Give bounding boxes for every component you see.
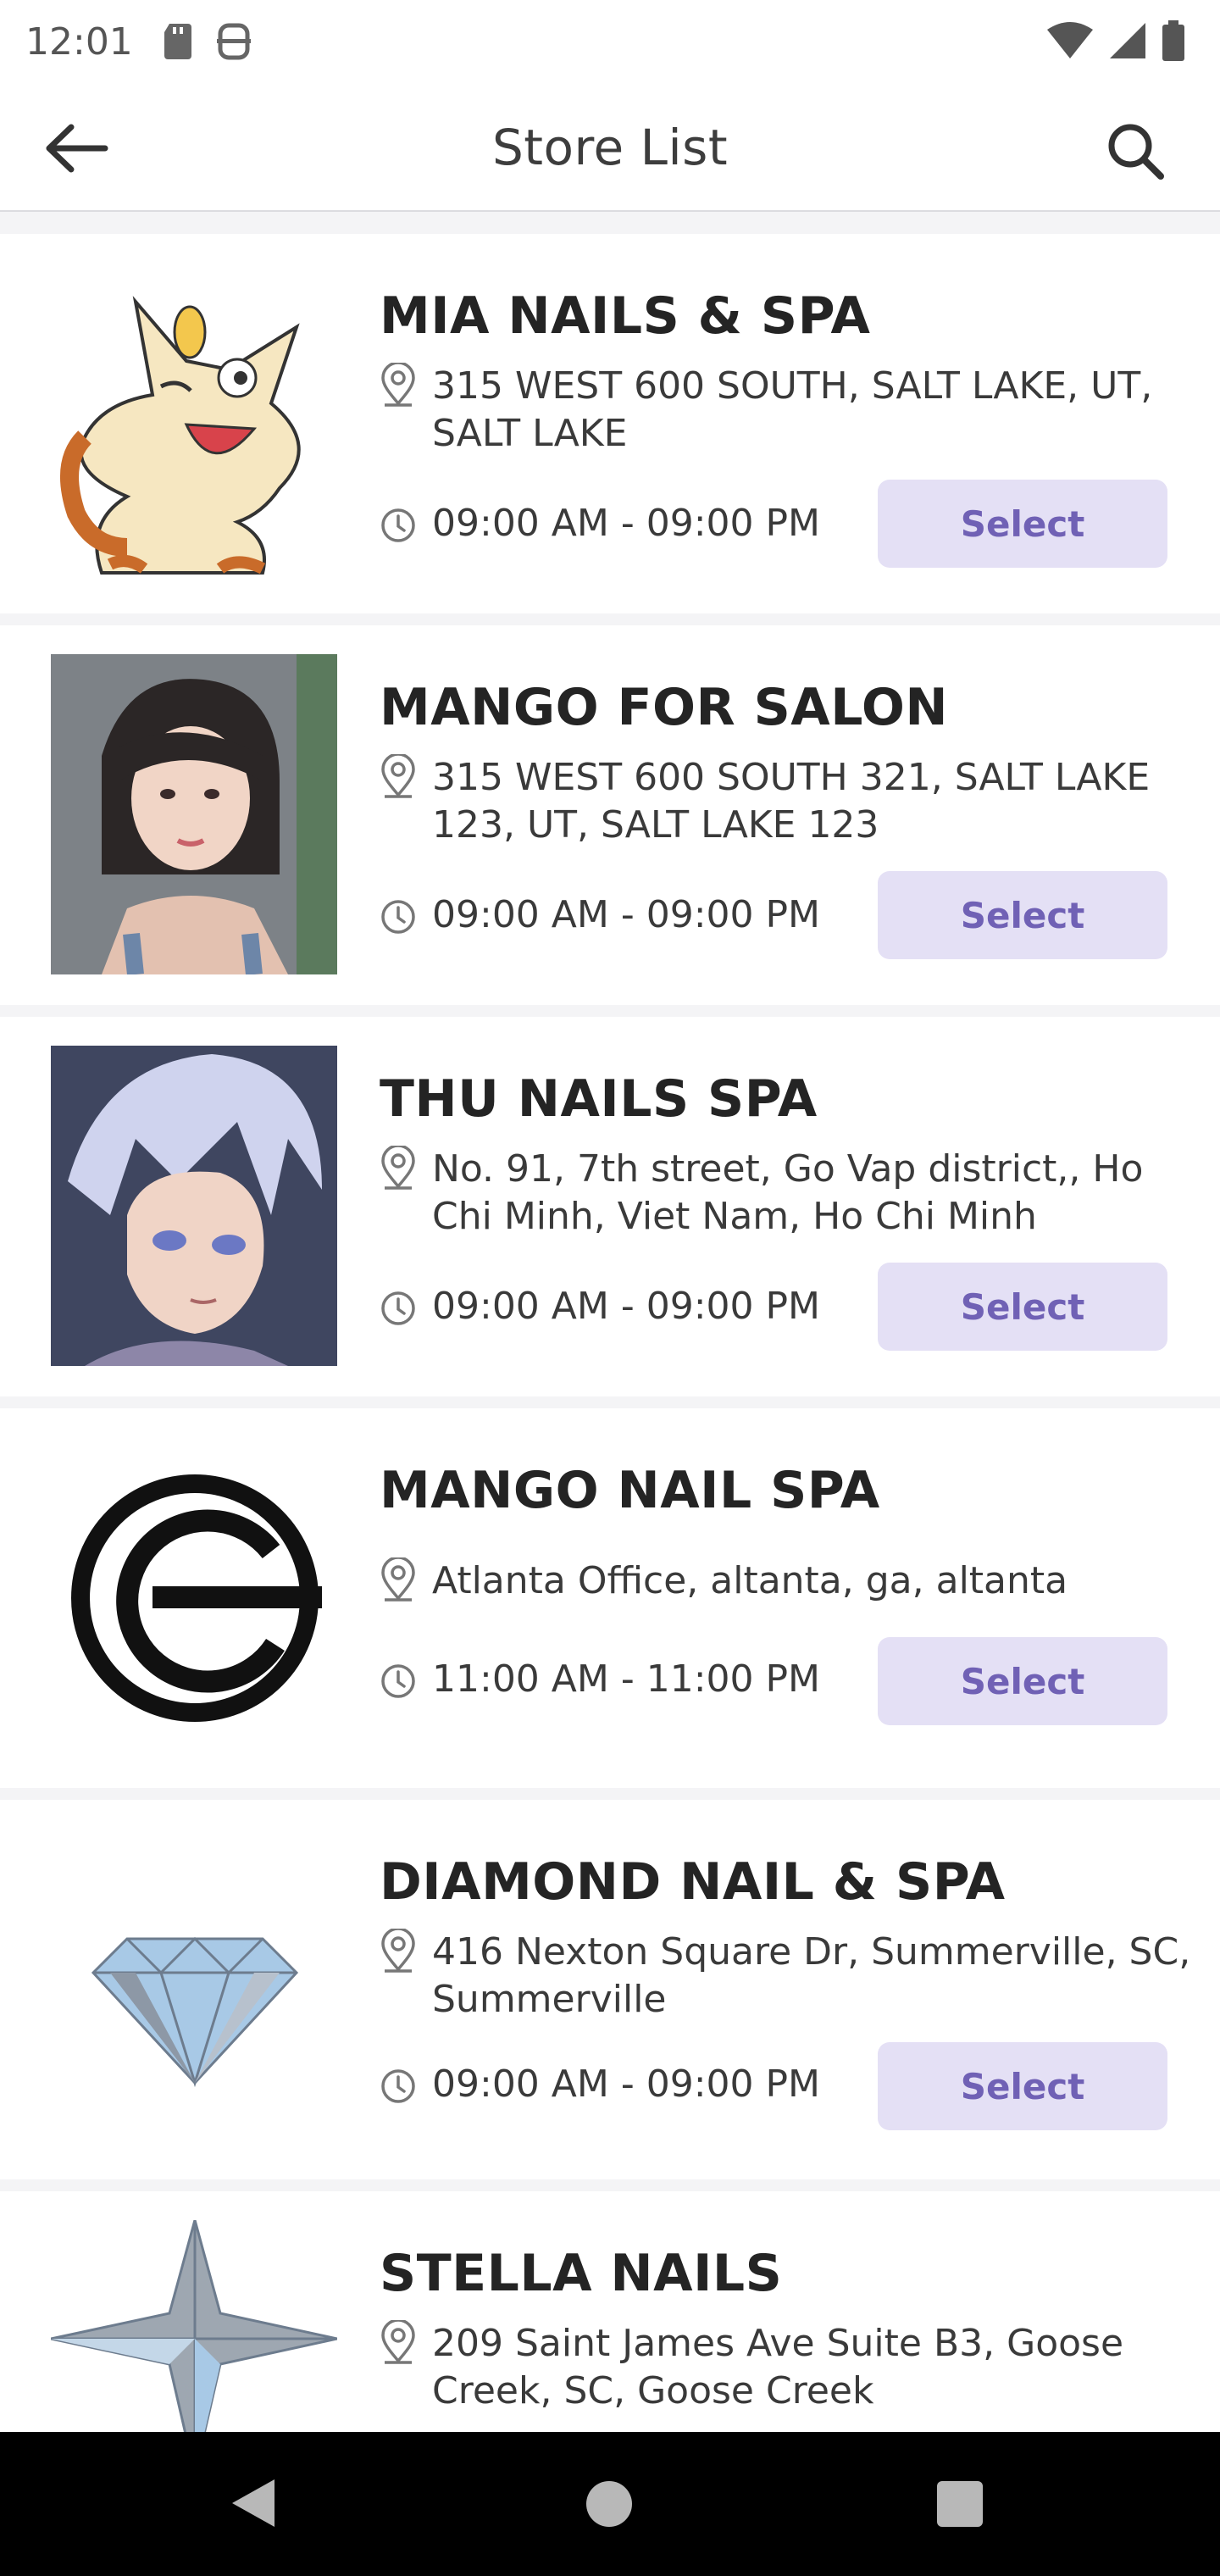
- store-address-row: 209 Saint James Ave Suite B3, Goose Cree…: [380, 2320, 1159, 2422]
- store-name: MANGO NAIL SPA: [380, 1461, 880, 1520]
- store-image-woman-portrait: [51, 654, 337, 974]
- search-button[interactable]: [1101, 117, 1169, 185]
- store-image-circle-e-logo: [51, 1437, 337, 1757]
- store-address-row: 315 WEST 600 SOUTH, SALT LAKE, UT, SALT …: [380, 363, 1159, 464]
- store-address: No. 91, 7th street, Go Vap district,, Ho…: [432, 1147, 1144, 1238]
- status-notifications: [163, 22, 251, 61]
- store-address-row: 315 WEST 600 SOUTH 321, SALT LAKE 123, U…: [380, 754, 1159, 856]
- store-address: 315 WEST 600 SOUTH 321, SALT LAKE 123, U…: [432, 756, 1151, 847]
- store-address: Atlanta Office, altanta, ga, altanta: [432, 1559, 1068, 1602]
- store-hours: 09:00 AM - 09:00 PM: [432, 502, 820, 545]
- clock-icon: [381, 900, 415, 934]
- store-hours: 09:00 AM - 09:00 PM: [432, 2062, 820, 2106]
- clock-icon: [381, 1664, 415, 1698]
- store-card: THU NAILS SPA No. 91, 7th street, Go Vap…: [0, 1017, 1220, 1396]
- store-image-anime-character: [51, 1046, 337, 1366]
- store-hours: 09:00 AM - 09:00 PM: [432, 1285, 820, 1328]
- store-address-row: 416 Nexton Square Dr, Summerville, SC, S…: [380, 1929, 1190, 2030]
- app-notification-icon: [217, 23, 251, 60]
- store-hours: 11:00 AM - 11:00 PM: [432, 1657, 820, 1701]
- location-pin-icon: [381, 1146, 415, 1190]
- wifi-icon: [1047, 22, 1093, 58]
- store-name: DIAMOND NAIL & SPA: [380, 1852, 1006, 1912]
- store-name: STELLA NAILS: [380, 2244, 783, 2303]
- select-store-button[interactable]: Select: [878, 871, 1167, 959]
- store-address-row: Atlanta Office, altanta, ga, altanta: [380, 1557, 1159, 1608]
- select-store-button[interactable]: Select: [878, 480, 1167, 568]
- nav-back-icon[interactable]: [230, 2478, 276, 2529]
- status-system-icons: [1047, 20, 1186, 61]
- battery-icon: [1162, 20, 1184, 61]
- store-address-row: No. 91, 7th street, Go Vap district,, Ho…: [380, 1146, 1159, 1247]
- store-card: MANGO NAIL SPA Atlanta Office, altanta, …: [0, 1408, 1220, 1788]
- store-address: 315 WEST 600 SOUTH, SALT LAKE, UT, SALT …: [432, 364, 1153, 455]
- store-card: MANGO FOR SALON 315 WEST 600 SOUTH 321, …: [0, 625, 1220, 1005]
- clock-icon: [381, 2069, 415, 2103]
- location-pin-icon: [381, 754, 415, 798]
- location-pin-icon: [381, 1557, 415, 1602]
- search-icon: [1108, 124, 1164, 180]
- store-image-diamond-logo: [51, 1829, 337, 2149]
- page-title: Store List: [491, 119, 729, 176]
- store-image-cartoon-cat: [51, 268, 337, 588]
- store-name: THU NAILS SPA: [380, 1069, 818, 1129]
- store-card: STELLA NAILS 209 Saint James Ave Suite B…: [0, 2191, 1220, 2446]
- status-bar: 12:01: [0, 0, 1220, 85]
- clock-icon: [381, 508, 415, 542]
- clock-icon: [381, 1291, 415, 1325]
- store-address: 416 Nexton Square Dr, Summerville, SC, S…: [432, 1930, 1191, 2021]
- cellular-signal-icon: [1110, 23, 1145, 58]
- store-image-star-logo: [51, 2220, 337, 2446]
- nav-recents-icon[interactable]: [937, 2481, 983, 2527]
- store-name: MIA NAILS & SPA: [380, 286, 871, 346]
- select-store-button[interactable]: Select: [878, 1263, 1167, 1351]
- nav-home-icon[interactable]: [586, 2481, 632, 2527]
- app-bar: Store List: [0, 85, 1220, 212]
- store-card: DIAMOND NAIL & SPA 416 Nexton Square Dr,…: [0, 1800, 1220, 2179]
- sd-card-icon: [164, 24, 191, 59]
- location-pin-icon: [381, 2320, 415, 2364]
- store-card: MIA NAILS & SPA 315 WEST 600 SOUTH, SALT…: [0, 234, 1220, 613]
- status-time: 12:01: [25, 20, 133, 64]
- store-hours: 09:00 AM - 09:00 PM: [432, 893, 820, 936]
- location-pin-icon: [381, 363, 415, 407]
- store-address: 209 Saint James Ave Suite B3, Goose Cree…: [432, 2322, 1124, 2412]
- location-pin-icon: [381, 1929, 415, 1973]
- system-navigation-bar: [0, 2432, 1220, 2576]
- store-name: MANGO FOR SALON: [380, 678, 949, 737]
- select-store-button[interactable]: Select: [878, 2042, 1167, 2130]
- select-store-button[interactable]: Select: [878, 1637, 1167, 1725]
